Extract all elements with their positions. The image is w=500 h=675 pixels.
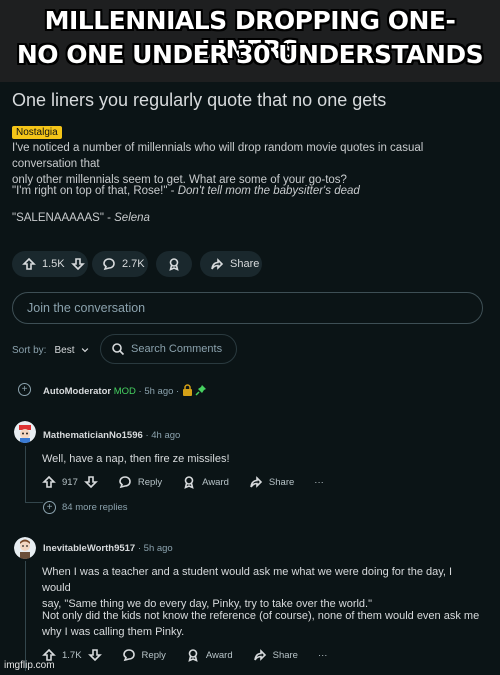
quote-source: Selena [114,212,150,224]
award-icon [186,648,200,662]
mod-badge: MOD [113,386,136,397]
meme-caption: MILLENNIALS DROPPING ONE-LINERS NO ONE U… [0,0,500,82]
award-icon [182,475,196,489]
reply-label: Reply [141,649,166,661]
sort-value: Best [54,344,75,356]
join-placeholder: Join the conversation [27,301,146,315]
thread-line[interactable] [25,446,26,502]
share-icon [253,648,267,662]
chevron-down-icon [80,345,90,355]
downvote-icon[interactable] [87,648,102,662]
share-label: Share [230,258,260,270]
post-flair[interactable]: Nostalgia [12,126,62,139]
quote-text: "SALENAAAAAS" - [12,212,115,224]
more-replies-link[interactable]: 84 more replies [62,502,127,513]
vote-count: 917 [62,476,78,488]
award-button[interactable] [156,251,192,277]
plus-icon[interactable]: + [43,501,56,514]
vote-group: 917 [42,475,98,489]
reply-label: Reply [137,476,163,488]
comment-actions: 1.7K Reply Award Share ··· [42,648,327,662]
post-title[interactable]: One liners you regularly quote that no o… [12,90,386,111]
comment-icon [122,648,136,662]
watermark: imgflip.com [4,660,55,671]
sort-label: Sort by: [12,344,47,356]
expand-comment-icon[interactable]: + [18,383,31,396]
comment-icon [118,475,132,489]
search-icon [111,342,125,356]
share-button[interactable]: Share [200,251,262,277]
post-quote-1: "I'm right on top of that, Rose!" - Don'… [12,183,490,199]
quote-text: "I'm right on top of that, Rose!" - [12,185,178,197]
comment-username[interactable]: MathematicianNo1596 [43,430,143,441]
comments-count: 2.7K [122,258,145,270]
post-body-line: I've noticed a number of millennials who… [12,142,424,170]
avatar[interactable] [14,421,36,443]
downvote-icon[interactable] [83,475,98,489]
upvote-icon[interactable] [42,475,56,489]
comment-icon [102,257,116,271]
share-label: Share [272,649,298,661]
comment-author[interactable]: AutoModerator MOD · 5h ago · [43,384,207,399]
lock-icon [182,384,193,399]
award-label: Award [205,649,233,661]
share-button[interactable]: Share [253,648,298,662]
award-icon [167,257,181,271]
comment-author[interactable]: MathematicianNo1596 · 4h ago [43,430,180,441]
more-options-icon[interactable]: ··· [318,650,328,661]
post-vote-pill: 1.5K [12,251,88,277]
comment-text: Not only did the kids not know the refer… [42,608,482,640]
reply-button[interactable]: Reply [122,648,166,662]
reply-button[interactable]: Reply [118,475,162,489]
more-options-icon[interactable]: ··· [314,477,324,488]
post-quote-2: "SALENAAAAAS" - Selena [12,210,490,226]
vote-count: 1.7K [62,649,82,661]
comments-button[interactable]: 2.7K [92,251,148,277]
comment-text-line: Not only did the kids not know the refer… [42,610,480,622]
join-conversation-input[interactable]: Join the conversation [12,292,483,324]
comment-time: · 5h ago · [138,386,180,397]
share-icon [249,475,263,489]
post-body: I've noticed a number of millennials who… [12,140,490,188]
search-placeholder: Search Comments [131,343,223,355]
comment-username[interactable]: InevitableWorth9517 [43,543,135,554]
comment-text: When I was a teacher and a student would… [42,564,482,612]
comment-text-line: When I was a teacher and a student would… [42,566,453,594]
quote-source: Don't tell mom the babysitter's dead [177,185,360,197]
comment-username[interactable]: AutoModerator [43,386,111,397]
award-button[interactable]: Award [186,648,233,662]
share-icon [210,257,224,271]
meme-caption-line-2: NO ONE UNDER 30 UNDERSTANDS [16,40,484,69]
thread-branch [25,502,43,503]
pin-icon [195,384,207,399]
share-label: Share [268,476,295,488]
sort-dropdown[interactable]: Best [54,345,90,356]
search-comments-input[interactable]: Search Comments [100,334,237,364]
avatar[interactable] [14,537,36,559]
comment-actions: 917 Reply Award Share ··· [42,475,324,489]
downvote-icon[interactable] [70,257,85,271]
share-button[interactable]: Share [249,475,294,489]
comment-time: · 5h ago [137,543,173,554]
upvote-icon[interactable] [22,257,36,271]
comment-author[interactable]: InevitableWorth9517 · 5h ago [43,543,173,554]
award-button[interactable]: Award [182,475,229,489]
thread-line[interactable] [25,561,26,671]
comment-time: · 4h ago [145,430,181,441]
comment-text-line: why I was calling them Pinky. [42,626,185,638]
comment-text: Well, have a nap, then fire ze missiles! [42,453,230,465]
post-vote-count: 1.5K [42,258,65,270]
award-label: Award [202,476,229,488]
sort-bar: Sort by: Best [12,336,90,364]
